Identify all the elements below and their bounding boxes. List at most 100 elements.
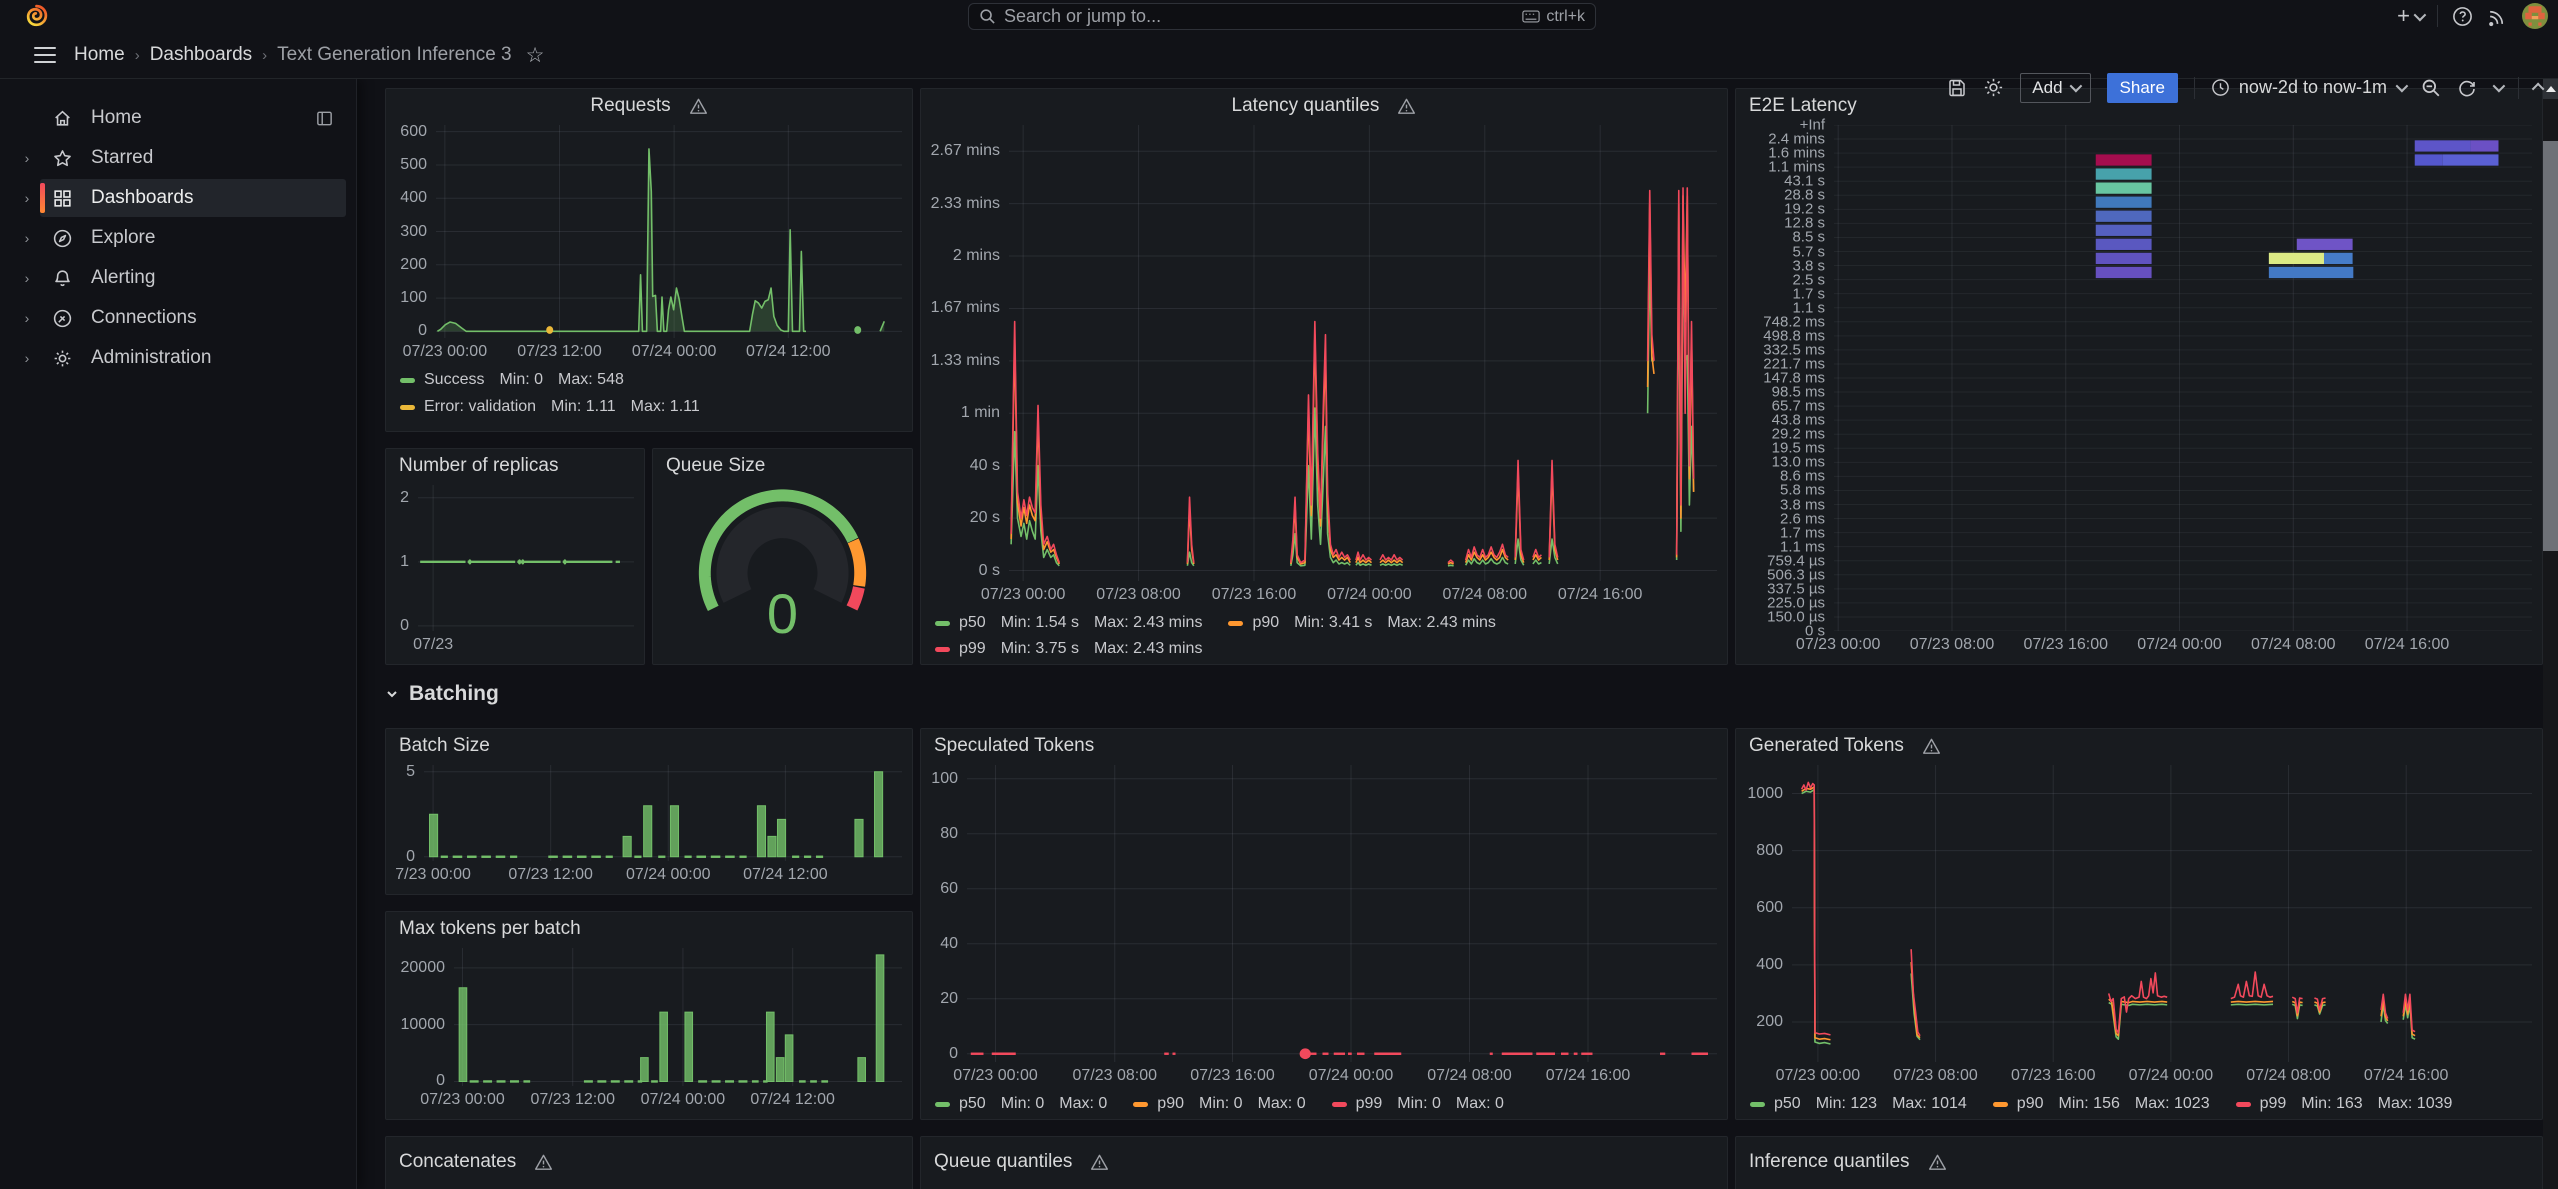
bar[interactable] [766,1012,774,1081]
bar[interactable] [875,772,883,857]
panel-title-generated-tokens[interactable]: Generated Tokens [1736,729,2542,763]
sidebar-item-alerting[interactable]: › Alerting [0,259,346,297]
menu-toggle-icon[interactable] [34,47,56,63]
breadcrumb-home[interactable]: Home [74,44,125,66]
scroll-up-button[interactable] [2543,79,2558,99]
chevron-right-icon[interactable]: › [14,350,40,366]
heatmap-cell[interactable] [2442,154,2499,166]
series-point[interactable] [563,559,567,565]
panel-title-number-of-replicas[interactable]: Number of replicas [386,449,644,483]
legend-item-p50[interactable]: p50 Min: 1.54 s Max: 2.43 mins [935,614,1202,632]
panel-title-requests[interactable]: Requests [386,89,912,123]
bar[interactable] [768,836,776,856]
sidebar-item-dashboards[interactable]: › Dashboards [0,179,346,217]
series-point[interactable] [517,559,522,565]
chevron-right-icon[interactable]: › [14,190,40,206]
sidebar-item-administration[interactable]: › Administration [0,339,346,377]
refresh-icon[interactable] [2457,78,2477,98]
dock-menu-icon[interactable] [315,109,334,128]
panel-title-batch-size[interactable]: Batch Size [386,729,912,763]
favorite-star-icon[interactable]: ☆ [526,43,545,68]
heatmap-cell[interactable] [2296,238,2353,250]
queue-size-gauge[interactable]: 0 [653,485,912,656]
legend-item-p99[interactable]: p99 Min: 0 Max: 0 [1331,1095,1504,1113]
panel-title-concatenates[interactable]: Concatenates [386,1145,912,1179]
news-icon[interactable] [2487,6,2508,27]
bar[interactable] [757,806,765,857]
replicas-chart[interactable]: 0 1 2 07/23 [394,485,634,658]
dashboard-scrollbar[interactable] [2543,79,2558,1189]
panel-title-queue-quantiles[interactable]: Queue quantiles [921,1145,1727,1179]
grafana-logo[interactable] [24,4,49,29]
bar[interactable] [623,836,631,856]
heatmap-cell[interactable] [2414,154,2443,166]
time-range-picker[interactable]: now-2d to now-1m [2211,77,2409,98]
legend-item-p50[interactable]: p50 Min: 0 Max: 0 [935,1095,1107,1113]
dashboard-settings-icon[interactable] [1983,77,2004,98]
legend-item-p50[interactable]: p50 Min: 123 Max: 1014 [1750,1095,1967,1113]
max-tokens-chart[interactable]: 0 10000 20000 07/23 00:00 07/23 12:00 07/24 0… [394,948,902,1113]
bar[interactable] [429,814,437,856]
bar[interactable] [876,955,884,1082]
heatmap-cell[interactable] [2414,140,2471,152]
heatmap-cell[interactable] [2268,252,2324,265]
sidebar-item-home[interactable]: Home [0,99,346,137]
heatmap-cell[interactable] [2095,252,2152,265]
chevron-right-icon[interactable]: › [14,150,40,166]
heatmap-cell[interactable] [2095,266,2152,279]
bar[interactable] [685,1012,693,1081]
sidebar-item-starred[interactable]: › Starred [0,139,346,177]
heatmap-cell[interactable] [2095,168,2152,180]
legend-item-p99[interactable]: p99 Min: 163 Max: 1039 [2235,1095,2452,1113]
heatmap-cell[interactable] [2470,140,2499,152]
bar[interactable] [855,819,863,856]
legend-item-p90[interactable]: p90 Min: 156 Max: 1023 [1992,1095,2210,1113]
requests-chart[interactable]: 0 100 200 300 400 500 600 07/23 00:00 07/23 12:0… [394,123,902,425]
sidebar-item-explore[interactable]: › Explore [0,219,346,257]
zoom-out-icon[interactable] [2421,78,2441,98]
legend-item-p90[interactable]: p90 Min: 0 Max: 0 [1133,1095,1306,1113]
heatmap-cell[interactable] [2095,210,2152,222]
legend-item-success[interactable]: Success Min: 0 Max: 548 [400,371,898,389]
section-batching[interactable]: Batching [385,682,499,706]
chevron-right-icon[interactable]: › [14,270,40,286]
bar[interactable] [776,1058,784,1082]
sidebar-item-connections[interactable]: › Connections [0,299,346,337]
panel-title-speculated-tokens[interactable]: Speculated Tokens [921,729,1727,763]
panel-title-queue-size[interactable]: Queue Size [653,449,912,483]
series-point[interactable] [546,326,554,334]
help-icon[interactable] [2452,6,2473,27]
heatmap-cell[interactable] [2095,196,2152,208]
heatmap-cell[interactable] [2323,252,2353,265]
scrollbar-thumb[interactable] [2543,141,2558,551]
user-avatar[interactable] [2522,3,2548,29]
series-point[interactable] [1299,1048,1311,1060]
heatmap-cell[interactable] [2268,266,2354,279]
panel-title-latency-quantiles[interactable]: Latency quantiles [921,89,1727,123]
heatmap-cell[interactable] [2095,154,2152,166]
add-panel-button[interactable]: Add [2020,72,2091,103]
legend-item-error-validation[interactable]: Error: validation Min: 1.11 Max: 1.11 [400,398,898,416]
bar[interactable] [670,806,678,857]
bar[interactable] [777,819,785,856]
bar[interactable] [660,1012,668,1081]
panel-title-inference-quantiles[interactable]: Inference quantiles [1736,1145,2542,1179]
series-point[interactable] [854,326,862,334]
bar[interactable] [858,1058,866,1082]
save-dashboard-icon[interactable] [1947,78,1967,98]
bar[interactable] [459,988,467,1082]
chevron-right-icon[interactable]: › [14,230,40,246]
global-search-input[interactable]: Search or jump to... ctrl+k [968,3,1596,30]
heatmap-cell[interactable] [2095,182,2152,194]
bar[interactable] [785,1035,793,1082]
panel-title-max-tokens[interactable]: Max tokens per batch [386,912,912,946]
collapse-topbar-icon[interactable] [2531,82,2545,96]
series-point[interactable] [468,559,472,565]
bar[interactable] [644,806,652,857]
bar[interactable] [641,1058,649,1082]
chevron-right-icon[interactable]: › [14,310,40,326]
new-menu-button[interactable]: + [2397,3,2427,29]
share-button[interactable]: Share [2106,72,2178,103]
latency-quantiles-chart[interactable]: 0 s 20 s 40 s 1 min 1.33 mins 1.67 mins 2 mins… [929,125,1717,658]
legend-item-p90[interactable]: p90 Min: 3.41 s Max: 2.43 mins [1228,614,1496,632]
